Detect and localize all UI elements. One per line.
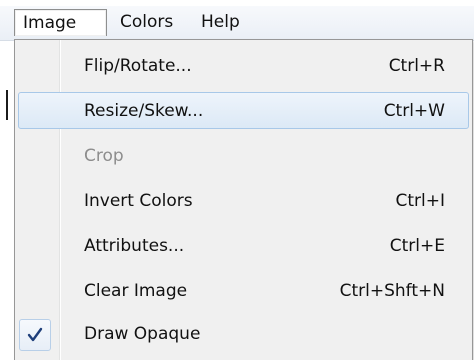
menu-item-invert-colors[interactable]: Invert Colors Ctrl+I	[18, 183, 469, 220]
menu-image[interactable]: Image	[14, 9, 107, 36]
menu-item-label: Flip/Rotate...	[84, 56, 192, 76]
check-icon	[27, 327, 43, 342]
canvas-stroke	[6, 90, 8, 120]
menu-item-shortcut: Ctrl+I	[395, 191, 445, 211]
menu-item-crop: Crop	[18, 138, 469, 175]
menu-item-clear-image[interactable]: Clear Image Ctrl+Shft+N	[18, 273, 469, 310]
menu-item-label: Attributes...	[84, 236, 185, 256]
menu-help[interactable]: Help	[201, 9, 240, 36]
menu-item-label: Crop	[84, 146, 124, 166]
menu-item-shortcut: Ctrl+Shft+N	[339, 281, 445, 301]
paint-window: Image Colors Help Flip/Rotate... Ctrl+R …	[0, 0, 474, 360]
menu-item-flip-rotate[interactable]: Flip/Rotate... Ctrl+R	[18, 48, 469, 85]
image-menu-dropdown: Flip/Rotate... Ctrl+R Resize/Skew... Ctr…	[14, 39, 473, 360]
menu-item-shortcut: Ctrl+E	[389, 236, 445, 256]
menu-item-shortcut: Ctrl+R	[388, 56, 445, 76]
menu-item-attributes[interactable]: Attributes... Ctrl+E	[18, 228, 469, 265]
menu-item-label: Resize/Skew...	[84, 101, 204, 121]
menu-bar: Image Colors Help	[0, 6, 474, 41]
menu-item-label: Draw Opaque	[84, 324, 201, 344]
menu-item-label: Invert Colors	[84, 191, 193, 211]
menu-item-shortcut: Ctrl+W	[383, 101, 445, 121]
menu-colors[interactable]: Colors	[120, 9, 173, 36]
menu-item-label: Clear Image	[84, 281, 188, 301]
menu-item-resize-skew[interactable]: Resize/Skew... Ctrl+W	[18, 92, 469, 129]
menu-item-draw-opaque[interactable]: Draw Opaque	[18, 316, 469, 353]
canvas-left-edge	[0, 40, 14, 360]
check-indicator	[19, 319, 51, 351]
